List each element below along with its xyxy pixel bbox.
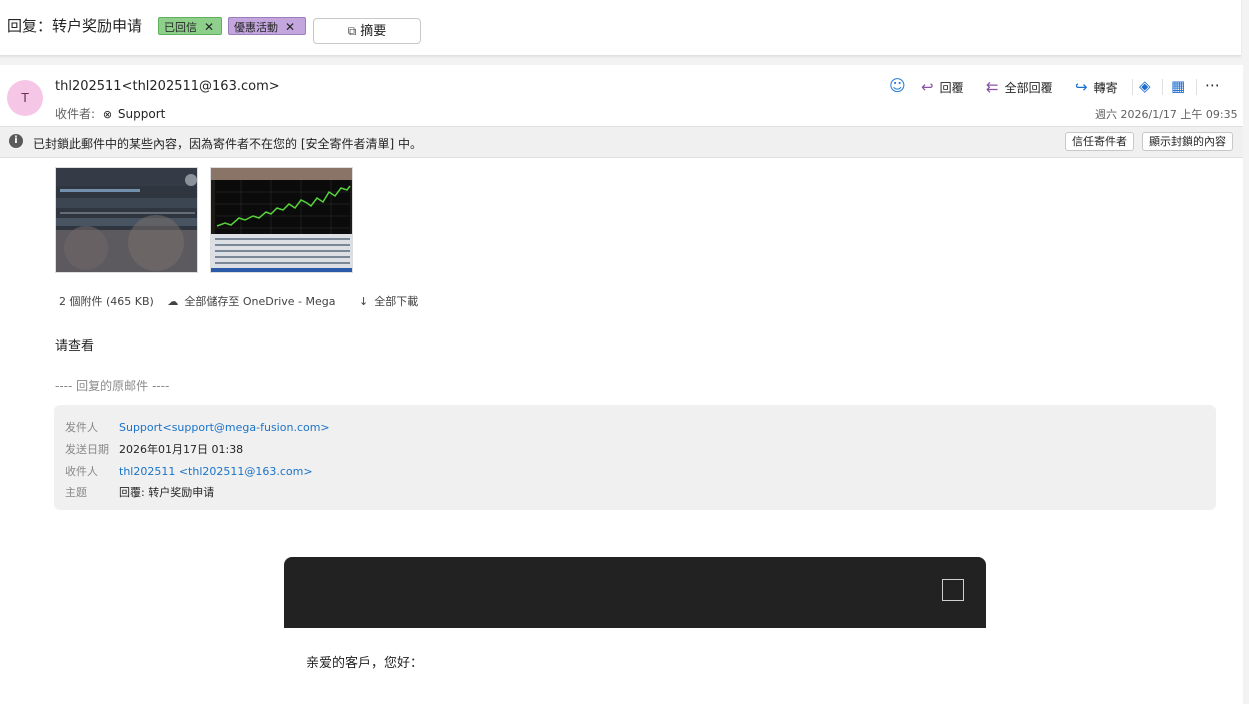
original-date-value: 2026年01月17日 01:38 (119, 443, 244, 456)
reply-button[interactable]: ↩ 回覆 (921, 78, 964, 96)
category-tag-label: 優惠活動 (234, 21, 278, 34)
email-greeting: 亲爱的客戶，您好： (306, 656, 424, 671)
category-tag-label: 已回信 (164, 21, 197, 34)
original-date-row: 发送日期 2026年01月17日 01:38 (65, 441, 243, 457)
original-message-header: 发件人 Support<support@mega-fusion.com> 发送日期… (54, 405, 1216, 510)
attachment-thumbnail[interactable] (55, 167, 198, 273)
original-to-value[interactable]: thl202511 <thl202511@163.com> (119, 465, 313, 478)
attachment-image (56, 168, 197, 272)
loop-icon[interactable]: ◈ (1139, 77, 1151, 95)
subject-bar: 回复：转户奖励申请 已回信 ✕ 優惠活動 ✕ ⧉ 摘要 (0, 0, 1241, 56)
save-to-onedrive-button[interactable]: ☁ 全部儲存至 OneDrive - Mega (167, 295, 345, 308)
attachment-thumbnail[interactable] (210, 167, 353, 273)
blocked-notice: 已封鎖此郵件中的某些內容，因為寄件者不在您的 [安全寄件者清單] 中。 (33, 137, 422, 151)
email-banner (284, 557, 986, 628)
blocked-content-bar: i 已封鎖此郵件中的某些內容，因為寄件者不在您的 [安全寄件者清單] 中。 信任… (0, 126, 1243, 158)
original-subject-value: 回覆: 转户奖励申请 (119, 486, 215, 499)
show-blocked-content-button[interactable]: 顯示封鎖的內容 (1142, 132, 1233, 151)
info-icon: i (9, 134, 23, 148)
sender-name[interactable]: thl202511<thl202511@163.com> (55, 79, 280, 94)
original-from-value[interactable]: Support<support@mega-fusion.com> (119, 421, 330, 434)
avatar[interactable]: T (7, 80, 43, 116)
original-date-label: 发送日期 (65, 443, 109, 456)
category-tag-replied[interactable]: 已回信 ✕ (158, 17, 222, 35)
scrollbar-track[interactable] (1243, 0, 1249, 704)
reply-all-button[interactable]: ⇇ 全部回覆 (986, 78, 1053, 96)
remove-tag-icon[interactable]: ✕ (285, 20, 295, 34)
original-to-row: 收件人 thl202511 <thl202511@163.com> (65, 463, 313, 479)
reply-label: 回覆 (939, 81, 964, 95)
recipient-line: 收件者: ⊗ Support (55, 105, 165, 122)
blocked-image-placeholder-icon (942, 579, 964, 601)
more-actions-icon[interactable]: ⋯ (1205, 76, 1220, 94)
original-from-row: 发件人 Support<support@mega-fusion.com> (65, 419, 330, 435)
attachment-image (211, 168, 352, 272)
message-body: 请查看 (55, 339, 95, 354)
original-to-label: 收件人 (65, 465, 98, 478)
reply-all-label: 全部回覆 (1004, 81, 1053, 95)
apps-grid-icon[interactable]: ▦ (1171, 77, 1185, 95)
forward-label: 轉寄 (1093, 81, 1118, 95)
message-datetime: 週六 2026/1/17 上午 09:35 (1095, 108, 1238, 121)
save-to-onedrive-label: 全部儲存至 OneDrive - Mega (184, 295, 336, 308)
original-subject-label: 主题 (65, 486, 87, 499)
subject-title: 回复：转户奖励申请 (7, 17, 143, 35)
download-all-label: 全部下載 (374, 295, 419, 308)
divider (1132, 79, 1133, 95)
reply-all-icon: ⇇ (986, 78, 999, 96)
reply-icon: ↩ (921, 78, 934, 96)
summary-button-label: 摘要 (360, 24, 387, 39)
to-label: 收件者: (55, 107, 96, 121)
divider (1162, 79, 1163, 95)
original-subject-row: 主题 回覆: 转户奖励申请 (65, 484, 214, 500)
download-all-button[interactable]: ↓ 全部下載 (359, 295, 428, 308)
category-tag-promotion[interactable]: 優惠活動 ✕ (228, 17, 306, 35)
summary-button[interactable]: ⧉ 摘要 (313, 18, 421, 44)
contact-icon: ⊗ (102, 108, 113, 121)
download-icon: ↓ (359, 295, 369, 308)
recipient-name[interactable]: Support (118, 107, 165, 121)
original-from-label: 发件人 (65, 421, 98, 434)
attachment-info-bar: 2 個附件 (465 KB) ☁ 全部儲存至 OneDrive - Mega ↓ 全… (59, 293, 438, 309)
emoji-reaction-icon[interactable]: ☺ (889, 76, 906, 95)
cloud-icon: ☁ (167, 295, 179, 308)
summary-icon: ⧉ (347, 24, 357, 38)
message-card: T thl202511<thl202511@163.com> 收件者: ⊗ Su… (0, 65, 1243, 704)
forward-icon: ↪ (1075, 78, 1088, 96)
attachment-count: 2 個附件 (465 KB) (59, 295, 154, 308)
divider (1196, 79, 1197, 95)
forward-button[interactable]: ↪ 轉寄 (1075, 78, 1118, 96)
original-message-divider: ---- 回复的原邮件 ---- (55, 379, 170, 393)
remove-tag-icon[interactable]: ✕ (204, 20, 214, 34)
trust-sender-button[interactable]: 信任寄件者 (1065, 132, 1134, 151)
